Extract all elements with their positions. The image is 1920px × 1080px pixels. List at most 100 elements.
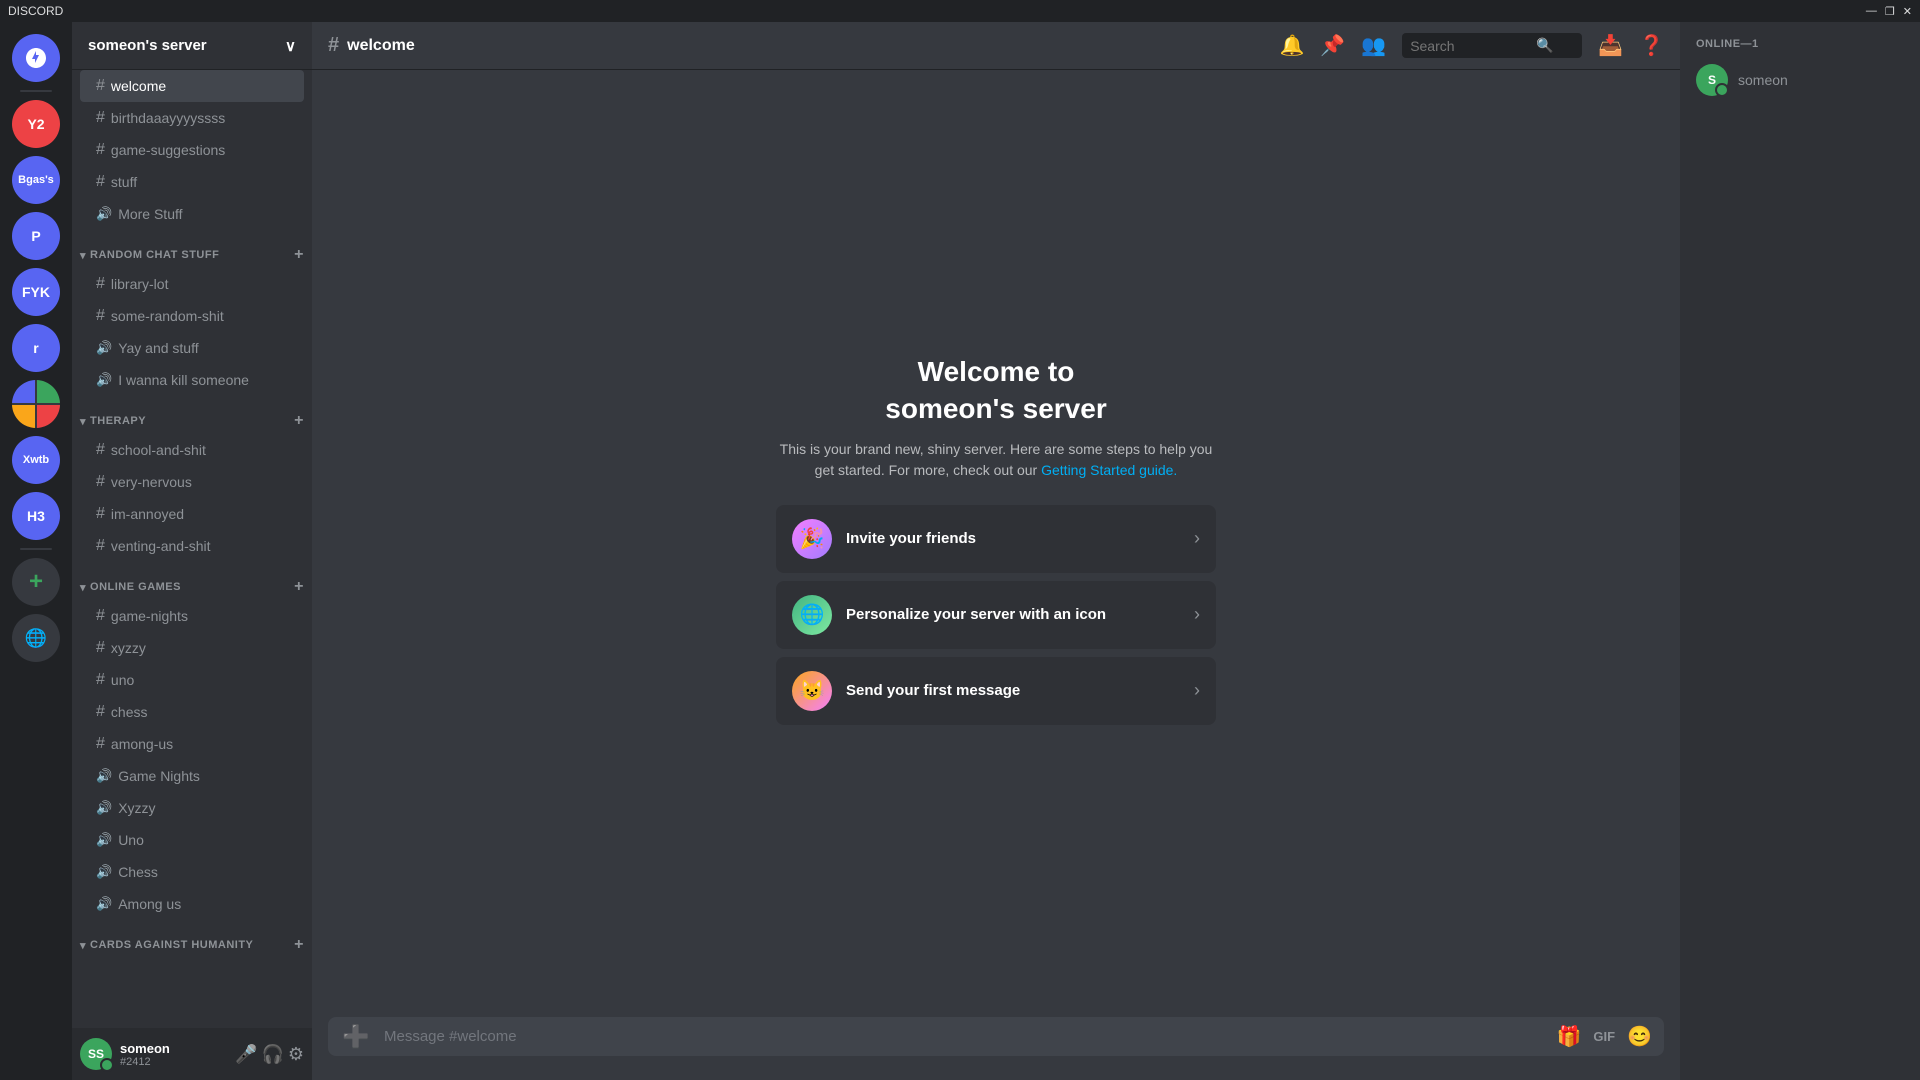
- add-member-icon[interactable]: 👤+: [254, 78, 280, 95]
- notification-bell-icon[interactable]: 🔔: [1279, 33, 1304, 58]
- channel-xyzzy-voice[interactable]: 🔊 Xyzzy: [80, 792, 304, 824]
- channel-venting-and-shit[interactable]: # venting-and-shit: [80, 530, 304, 562]
- hash-icon: #: [96, 109, 105, 127]
- channel-game-nights-voice[interactable]: 🔊 Game Nights: [80, 760, 304, 792]
- minimize-btn[interactable]: —: [1866, 5, 1877, 18]
- server-icon-xwtb[interactable]: Xwtb: [12, 436, 60, 484]
- user-name: someon: [120, 1041, 227, 1056]
- channel-name: some-random-shit: [111, 308, 296, 324]
- server-icon-r[interactable]: r: [12, 324, 60, 372]
- settings-icon[interactable]: ⚙: [283, 78, 296, 95]
- emoji-icon[interactable]: 😊: [1627, 1024, 1652, 1049]
- category-cards-against-humanity[interactable]: ▾ CARDS AGAINST HUMANITY +: [72, 920, 312, 958]
- category-label: CARDS AGAINST HUMANITY: [90, 939, 253, 951]
- personalize-card[interactable]: 🌐 Personalize your server with an icon ›: [776, 581, 1216, 649]
- category-chevron: ▾: [80, 939, 86, 952]
- hash-icon: #: [96, 639, 105, 657]
- gift-icon[interactable]: 🎁: [1557, 1024, 1582, 1049]
- invite-icon: 🎉: [792, 519, 832, 559]
- channel-chess[interactable]: # chess: [80, 696, 304, 728]
- server-dropdown-icon: ∨: [285, 37, 296, 55]
- category-random-chat-stuff[interactable]: ▾ RANDOM CHAT STUFF +: [72, 230, 312, 268]
- category-chevron: ▾: [80, 249, 86, 262]
- search-input[interactable]: [1410, 38, 1530, 54]
- user-area: SS someon #2412 🎤 🎧 ⚙: [72, 1028, 312, 1080]
- channel-birthdaaayyyyssss[interactable]: # birthdaaayyyyssss: [80, 102, 304, 134]
- category-add-icon[interactable]: +: [294, 578, 304, 596]
- server-icon-group[interactable]: [12, 380, 60, 428]
- channel-uno[interactable]: # uno: [80, 664, 304, 696]
- discover-btn[interactable]: 🌐: [12, 614, 60, 662]
- channel-among-us[interactable]: # among-us: [80, 728, 304, 760]
- channel-header: # welcome 🔔 📌 👥 🔍 📥 ❓: [312, 22, 1680, 70]
- personalize-icon: 🌐: [792, 595, 832, 635]
- channel-name: birthdaaayyyyssss: [111, 110, 296, 126]
- category-add-icon[interactable]: +: [294, 936, 304, 954]
- channel-stuff[interactable]: # stuff: [80, 166, 304, 198]
- channel-library-lot[interactable]: # library-lot: [80, 268, 304, 300]
- members-icon[interactable]: 👥: [1361, 33, 1386, 58]
- category-therapy[interactable]: ▾ THERAPY +: [72, 396, 312, 434]
- pin-icon[interactable]: 📌: [1320, 33, 1345, 58]
- server-divider: [20, 90, 52, 92]
- headset-icon[interactable]: 🎧: [261, 1044, 283, 1065]
- invite-friends-card[interactable]: 🎉 Invite your friends ›: [776, 505, 1216, 573]
- server-icon-p[interactable]: P: [12, 212, 60, 260]
- channel-i-wanna-kill-someone[interactable]: 🔊 I wanna kill someone: [80, 364, 304, 396]
- messages-area: Welcome tosomeon's server This is your b…: [312, 70, 1680, 1017]
- channel-uno-voice[interactable]: 🔊 Uno: [80, 824, 304, 856]
- search-box[interactable]: 🔍: [1402, 33, 1582, 58]
- titlebar-controls[interactable]: — ❐ ✕: [1866, 5, 1912, 18]
- settings-icon[interactable]: ⚙: [288, 1044, 304, 1065]
- server-header[interactable]: someon's server ∨: [72, 22, 312, 70]
- channel-among-us-voice[interactable]: 🔊 Among us: [80, 888, 304, 920]
- channel-game-nights[interactable]: # game-nights: [80, 600, 304, 632]
- channel-more-stuff[interactable]: 🔊 More Stuff: [80, 198, 304, 230]
- add-attachment-btn[interactable]: ➕: [340, 1021, 372, 1053]
- voice-icon: 🔊: [96, 832, 112, 848]
- channel-welcome[interactable]: # welcome 👤+ ⚙: [80, 70, 304, 102]
- channel-chess-voice[interactable]: 🔊 Chess: [80, 856, 304, 888]
- channel-name: game-nights: [111, 608, 296, 624]
- voice-icon: 🔊: [96, 896, 112, 912]
- channel-some-random-shit[interactable]: # some-random-shit: [80, 300, 304, 332]
- help-icon[interactable]: ❓: [1639, 33, 1664, 58]
- members-panel: ONLINE—1 S someon: [1680, 22, 1920, 1080]
- personalize-label: Personalize your server with an icon: [846, 606, 1180, 623]
- category-add-icon[interactable]: +: [294, 246, 304, 264]
- message-input[interactable]: [384, 1017, 1545, 1056]
- getting-started-link[interactable]: Getting Started guide.: [1041, 462, 1177, 478]
- channel-im-annoyed[interactable]: # im-annoyed: [80, 498, 304, 530]
- inbox-icon[interactable]: 📥: [1598, 33, 1623, 58]
- mic-icon[interactable]: 🎤: [235, 1044, 257, 1065]
- channel-game-suggestions[interactable]: # game-suggestions: [80, 134, 304, 166]
- channel-list: # welcome 👤+ ⚙ # birthdaaayyyyssss # gam…: [72, 70, 312, 1028]
- channel-yay-and-stuff[interactable]: 🔊 Yay and stuff: [80, 332, 304, 364]
- welcome-screen: Welcome tosomeon's server This is your b…: [776, 354, 1216, 733]
- member-someon[interactable]: S someon: [1688, 58, 1912, 102]
- category-label-left: ▾ CARDS AGAINST HUMANITY: [80, 939, 253, 952]
- channel-xyzzy[interactable]: # xyzzy: [80, 632, 304, 664]
- category-add-icon[interactable]: +: [294, 412, 304, 430]
- server-icon-h3[interactable]: H3: [12, 492, 60, 540]
- message-input-box: ➕ 🎁 GIF 😊: [328, 1017, 1664, 1056]
- close-btn[interactable]: ✕: [1903, 5, 1912, 18]
- add-server-btn[interactable]: +: [12, 558, 60, 606]
- hash-icon: #: [96, 505, 105, 523]
- server-icon-bgas[interactable]: Bgas's: [12, 156, 60, 204]
- channel-name: Uno: [118, 832, 296, 848]
- hash-icon: #: [96, 703, 105, 721]
- server-icon-y2[interactable]: Y2: [12, 100, 60, 148]
- server-icon-home[interactable]: [12, 34, 60, 82]
- gif-icon[interactable]: GIF: [1593, 1029, 1615, 1044]
- first-message-card[interactable]: 😺 Send your first message ›: [776, 657, 1216, 725]
- channel-very-nervous[interactable]: # very-nervous: [80, 466, 304, 498]
- category-online-games[interactable]: ▾ ONLINE GAMES +: [72, 562, 312, 600]
- server-icon-fyk[interactable]: FYK: [12, 268, 60, 316]
- maximize-btn[interactable]: ❐: [1885, 5, 1895, 18]
- channel-school-and-shit[interactable]: # school-and-shit: [80, 434, 304, 466]
- voice-icon: 🔊: [96, 768, 112, 784]
- online-members-label: ONLINE—1: [1688, 38, 1912, 50]
- category-chevron: ▾: [80, 581, 86, 594]
- hash-icon: #: [96, 441, 105, 459]
